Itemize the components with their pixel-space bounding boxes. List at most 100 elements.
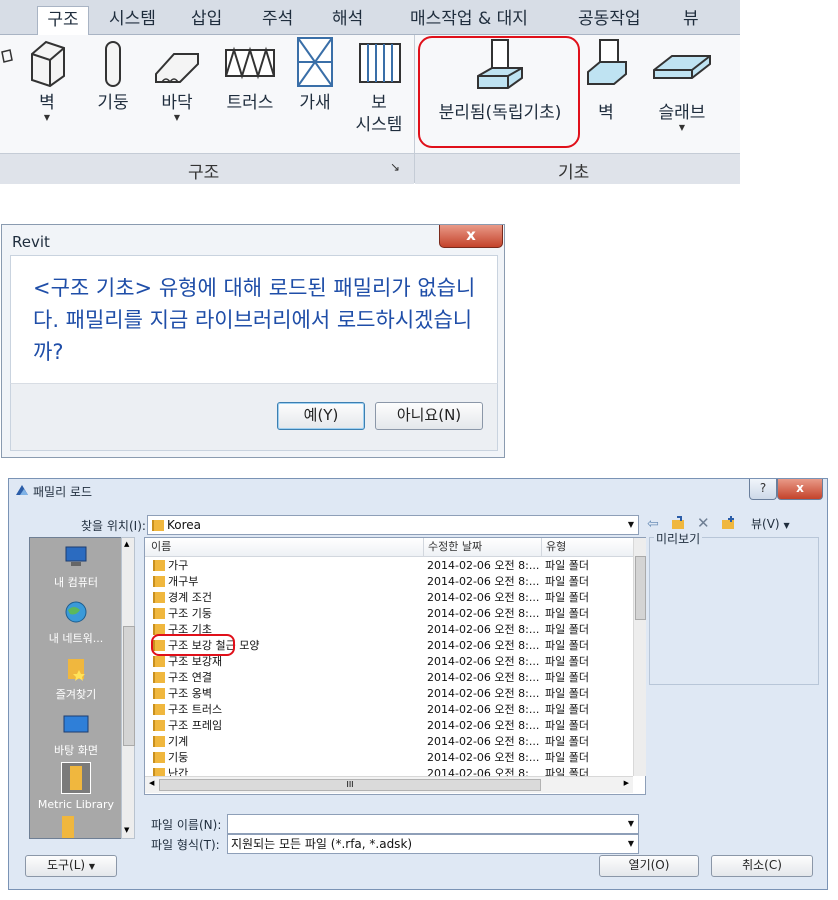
look-in-value: Korea	[167, 518, 202, 532]
foundation-panel-footer: 기초	[415, 153, 740, 184]
tab-analyze[interactable]: 해석	[332, 6, 363, 34]
column-label: 기둥	[97, 93, 129, 113]
foundation-panel-title: 기초	[558, 163, 590, 183]
chevron-down-icon: ▼	[627, 520, 634, 529]
tab-structure[interactable]: 구조	[37, 6, 89, 35]
no-button[interactable]: 아니요(N)	[375, 402, 483, 430]
help-icon: ?	[759, 481, 767, 495]
scroll-up-icon: ▲	[124, 540, 130, 548]
table-row[interactable]: 구조 연결 2014-02-06 오전 8:... 파일 폴더	[145, 670, 633, 686]
tab-collaborate[interactable]: 공동작업	[578, 6, 641, 34]
look-in-combo[interactable]: Korea ▼	[147, 515, 639, 535]
table-row[interactable]: 구조 보강재 2014-02-06 오전 8:... 파일 폴더	[145, 654, 633, 670]
filename-label: 파일 이름(N):	[151, 818, 222, 832]
table-row[interactable]: 구조 기둥 2014-02-06 오전 8:... 파일 폴더	[145, 606, 633, 622]
table-row[interactable]: 경계 조건 2014-02-06 오전 8:... 파일 폴더	[145, 590, 633, 606]
row-name: 기둥	[168, 751, 189, 764]
filetype-label: 파일 형식(T):	[151, 838, 220, 852]
close-button[interactable]: x	[777, 479, 823, 500]
row-type: 파일 폴더	[545, 559, 589, 572]
globe-icon	[65, 601, 87, 623]
places-scrollbar[interactable]: ▲ ▼	[121, 537, 135, 839]
truss-button[interactable]: 트러스	[220, 36, 280, 152]
chevron-down-icon: ▼	[627, 839, 634, 848]
place-favorites[interactable]: 즐겨찾기	[30, 656, 122, 702]
slab-icon	[653, 55, 711, 79]
filetype-select[interactable]: 지원되는 모든 파일 (*.rfa, *.adsk) ▼	[227, 834, 639, 854]
close-button[interactable]: x	[439, 225, 503, 248]
new-folder-icon[interactable]	[721, 515, 735, 529]
help-button[interactable]: ?	[749, 479, 777, 500]
truss-label: 트러스	[226, 93, 274, 113]
table-row[interactable]: 가구 2014-02-06 오전 8:... 파일 폴더	[145, 558, 633, 574]
yes-button[interactable]: 예(Y)	[277, 402, 365, 430]
structure-panel-title: 구조	[188, 163, 220, 183]
slab-label: 슬래브	[658, 103, 706, 123]
table-row[interactable]: 구조 옹벽 2014-02-06 오전 8:... 파일 폴더	[145, 686, 633, 702]
table-row[interactable]: 개구부 2014-02-06 오전 8:... 파일 폴더	[145, 574, 633, 590]
folder-icon	[153, 672, 165, 683]
wall-foundation-icon	[587, 39, 627, 85]
structural-column-button[interactable]: 기둥	[92, 36, 134, 152]
column-header-type[interactable]: 유형	[541, 538, 634, 557]
list-vertical-scrollbar[interactable]	[633, 538, 646, 776]
list-horizontal-scrollbar[interactable]: ◀ III ▶	[145, 776, 633, 793]
chevron-down-icon: ▼	[88, 862, 96, 871]
up-folder-icon[interactable]	[671, 515, 685, 529]
partial-tool-icon	[1, 49, 13, 63]
look-in-label: 찾을 위치(I):	[81, 519, 146, 533]
scroll-thumb[interactable]: III	[159, 779, 541, 791]
cancel-button[interactable]: 취소(C)	[711, 855, 813, 877]
row-type: 파일 폴더	[545, 719, 589, 732]
open-button[interactable]: 열기(O)	[599, 855, 699, 877]
tab-massing-site[interactable]: 매스작업 & 대지	[410, 6, 528, 34]
tab-systems[interactable]: 시스템	[109, 6, 156, 34]
panel-launcher-icon[interactable]: ↘	[390, 160, 400, 174]
brace-button[interactable]: 가새	[294, 36, 336, 152]
filename-input[interactable]: ▼	[227, 814, 639, 834]
place-metric-library[interactable]: Metric Library	[30, 762, 122, 811]
row-type: 파일 폴더	[545, 639, 589, 652]
scroll-left-icon: ◀	[149, 779, 155, 787]
row-date: 2014-02-06 오전 8:...	[427, 751, 540, 764]
beam-system-button[interactable]: 보 시스템	[348, 36, 410, 152]
place-network[interactable]: 내 네트워...	[30, 600, 122, 646]
dialog-body: <구조 기초> 유형에 대해 로드된 패밀리가 없습니다. 패밀리를 지금 라이…	[10, 255, 498, 384]
revit-logo-icon	[16, 485, 28, 495]
row-name: 구조 트러스	[168, 703, 223, 716]
view-menu[interactable]: 뷰(V) ▼	[751, 515, 790, 532]
brace-label: 가새	[299, 93, 331, 113]
scroll-thumb[interactable]	[123, 626, 135, 746]
scroll-thumb[interactable]	[635, 556, 646, 620]
structural-wall-button[interactable]: 벽 ▼	[24, 36, 70, 152]
tools-button[interactable]: 도구(L) ▼	[25, 855, 117, 877]
place-desktop[interactable]: 바탕 화면	[30, 712, 122, 758]
foundation-slab-button[interactable]: 슬래브 ▼	[650, 36, 714, 152]
column-header-name[interactable]: 이름	[145, 538, 423, 557]
close-icon: x	[796, 481, 804, 495]
table-row[interactable]: 구조 트러스 2014-02-06 오전 8:... 파일 폴더	[145, 702, 633, 718]
column-header-date[interactable]: 수정한 날짜	[423, 538, 542, 557]
structural-floor-button[interactable]: 바닥 ▼	[152, 36, 202, 152]
tab-annotate[interactable]: 주석	[262, 6, 293, 34]
place-label: 내 네트워...	[48, 632, 104, 645]
star-folder-icon	[68, 659, 85, 681]
folder-icon[interactable]	[62, 816, 74, 838]
revit-dialog: Revit x <구조 기초> 유형에 대해 로드된 패밀리가 없습니다. 패밀…	[1, 224, 505, 458]
folder-icon	[153, 752, 165, 763]
folder-icon	[153, 704, 165, 715]
table-row[interactable]: 기둥 2014-02-06 오전 8:... 파일 폴더	[145, 750, 633, 766]
load-family-dialog: 패밀리 로드 ? x 찾을 위치(I): Korea ▼ ⇦ ✕ 뷰(V) ▼ …	[8, 478, 828, 890]
row-name: 구조 기둥	[168, 607, 212, 620]
wall-foundation-button[interactable]: 벽	[582, 36, 630, 152]
place-label: 즐겨찾기	[55, 688, 97, 701]
wall-icon	[31, 40, 65, 88]
preview-panel: 미리보기	[649, 530, 819, 685]
table-row[interactable]: 구조 프레임 2014-02-06 오전 8:... 파일 폴더	[145, 718, 633, 734]
tab-view[interactable]: 뷰	[683, 6, 699, 34]
row-type: 파일 폴더	[545, 591, 589, 604]
table-row[interactable]: 기계 2014-02-06 오전 8:... 파일 폴더	[145, 734, 633, 750]
tab-insert[interactable]: 삽입	[191, 6, 222, 34]
file-list: 이름 수정한 날짜 유형 가구 2014-02-06 오전 8:... 파일 폴더 개…	[144, 537, 646, 795]
place-my-computer[interactable]: 내 컴퓨터	[30, 544, 122, 590]
